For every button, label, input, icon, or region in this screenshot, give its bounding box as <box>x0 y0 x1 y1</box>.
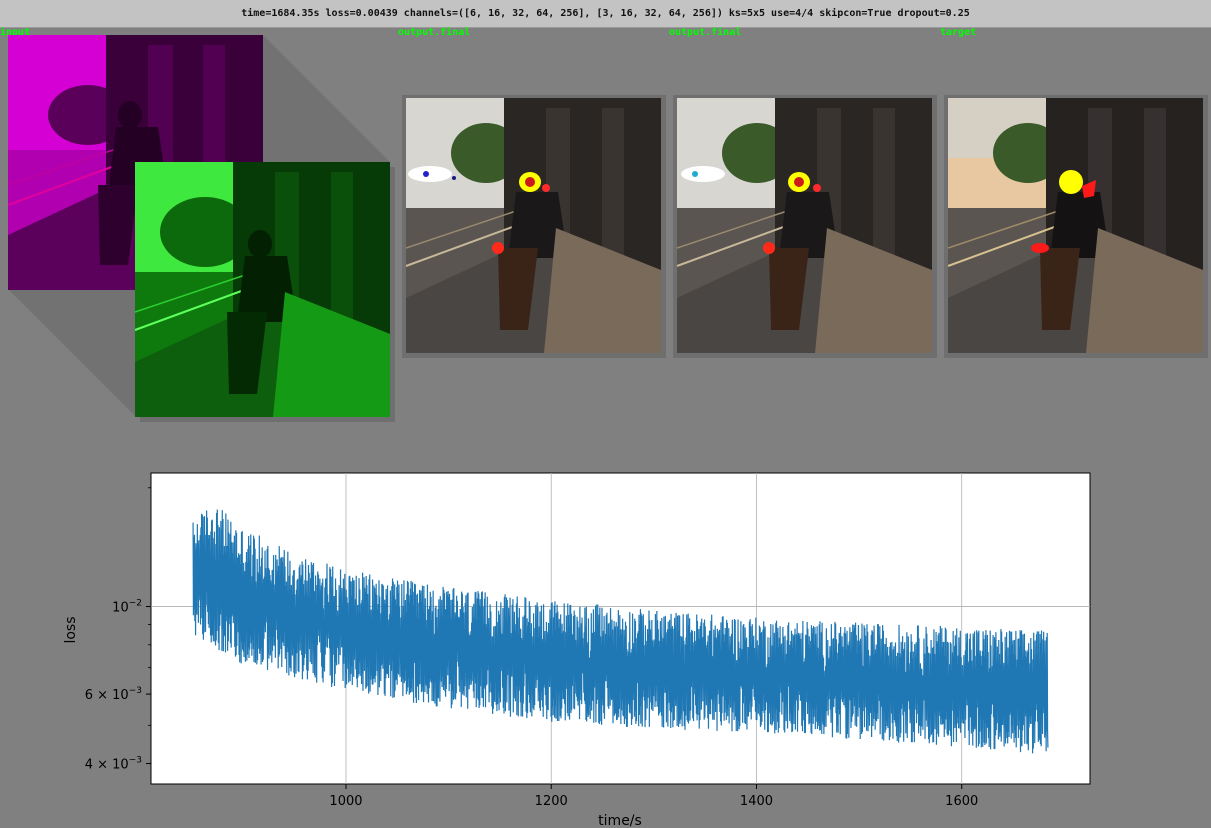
y-tick-label: 6 × 10−3 <box>85 686 142 703</box>
input-panel-green <box>135 162 390 417</box>
x-tick-label: 1000 <box>329 794 362 809</box>
x-tick-label: 1200 <box>535 794 568 809</box>
y-tick-label: 4 × 10−3 <box>85 756 142 773</box>
output-panel-2 <box>677 98 932 353</box>
y-tick-label: 10−2 <box>112 599 142 616</box>
target-label: target <box>940 27 977 38</box>
y-axis-label: loss <box>63 616 79 643</box>
x-axis-label: time/s <box>598 813 642 828</box>
output-panel-1 <box>406 98 661 353</box>
output-label-2: output.final <box>669 27 742 38</box>
target-panel <box>948 98 1203 353</box>
output-label-1: output.final <box>398 27 471 38</box>
x-tick-label: 1400 <box>740 794 773 809</box>
x-tick-label: 1600 <box>945 794 978 809</box>
loss-chart: 1000 1200 1400 1600 10−2 6 × 10−3 4 × 10−3 tim… <box>63 472 1091 828</box>
